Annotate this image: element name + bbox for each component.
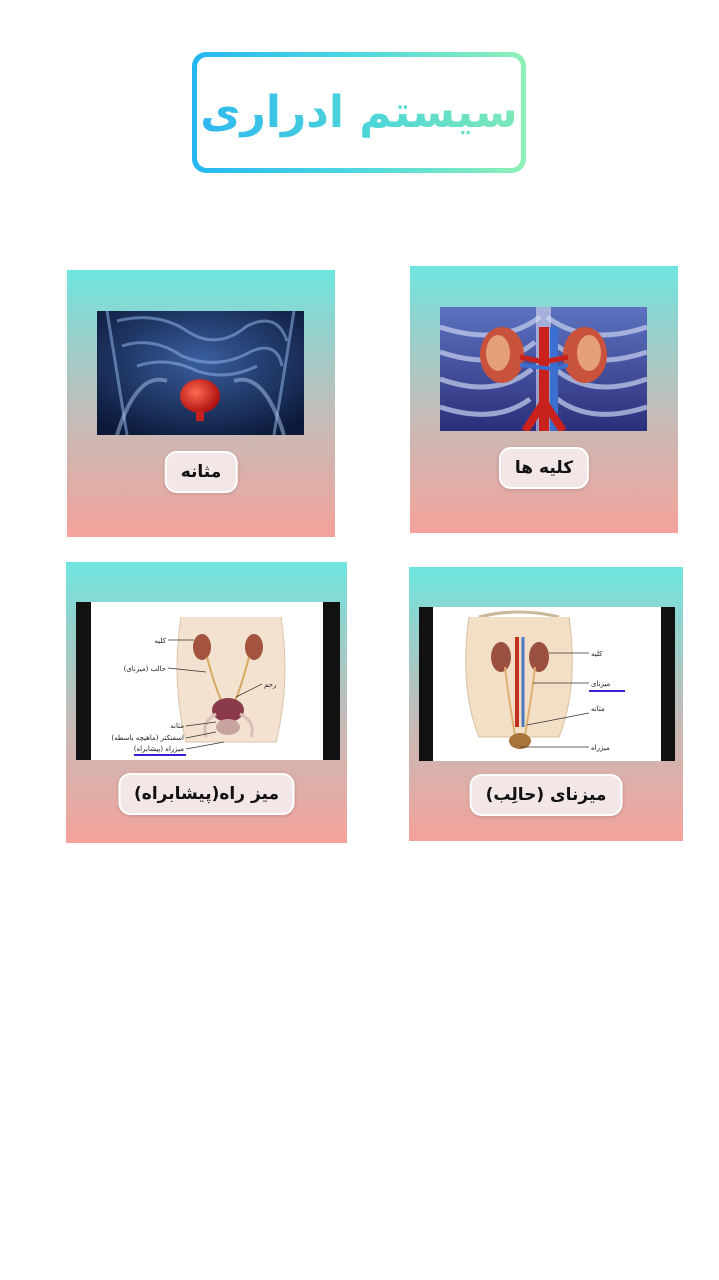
diagram-left-kidney-label: کلیه <box>154 637 166 645</box>
card-ureter-label: میزنای (حالِب) <box>469 774 623 816</box>
card-kidneys-label: کلیه ها <box>498 447 590 489</box>
diagram-right-ureter-label: میزنای <box>591 680 611 688</box>
diagram-left-sphincter-label: اسفنکتر (ماهیچه باسطه) <box>111 734 184 742</box>
kidneys-image <box>440 307 647 431</box>
diagram-right-urethra-label: میزراه <box>591 744 610 752</box>
card-ureter[interactable]: کلیه میزنای مثانه میزراه میزنای (حالِب) <box>409 567 683 841</box>
diagram-left-bladder-label: مثانه <box>170 722 184 730</box>
page-title: سیستم ادراری <box>200 87 518 138</box>
diagram-left-uterus-label: رحم <box>264 681 276 689</box>
card-bladder-label: مثانه <box>164 451 238 493</box>
card-urethra-label: میز راه(پیشابراه) <box>118 773 295 815</box>
title-box: سیستم ادراری <box>197 57 521 168</box>
title-frame: سیستم ادراری <box>192 52 526 173</box>
card-bladder[interactable]: مثانه <box>67 270 335 537</box>
card-kidneys[interactable]: کلیه ها <box>410 266 678 533</box>
bladder-image <box>97 311 304 435</box>
diagram-left-ureter-label: حالب (میزنای) <box>124 665 166 673</box>
ureter-diagram: کلیه میزنای مثانه میزراه <box>419 607 675 761</box>
urethra-diagram: کلیه حالب (میزنای) رحم مثانه اسفنکتر (ما… <box>76 602 340 760</box>
diagram-right-bladder-label: مثانه <box>591 705 605 713</box>
diagram-left-urethra-label: میزراه (پیشابراه) <box>134 745 185 753</box>
diagram-right-kidney-label: کلیه <box>591 650 603 658</box>
card-urethra[interactable]: کلیه حالب (میزنای) رحم مثانه اسفنکتر (ما… <box>66 562 347 843</box>
